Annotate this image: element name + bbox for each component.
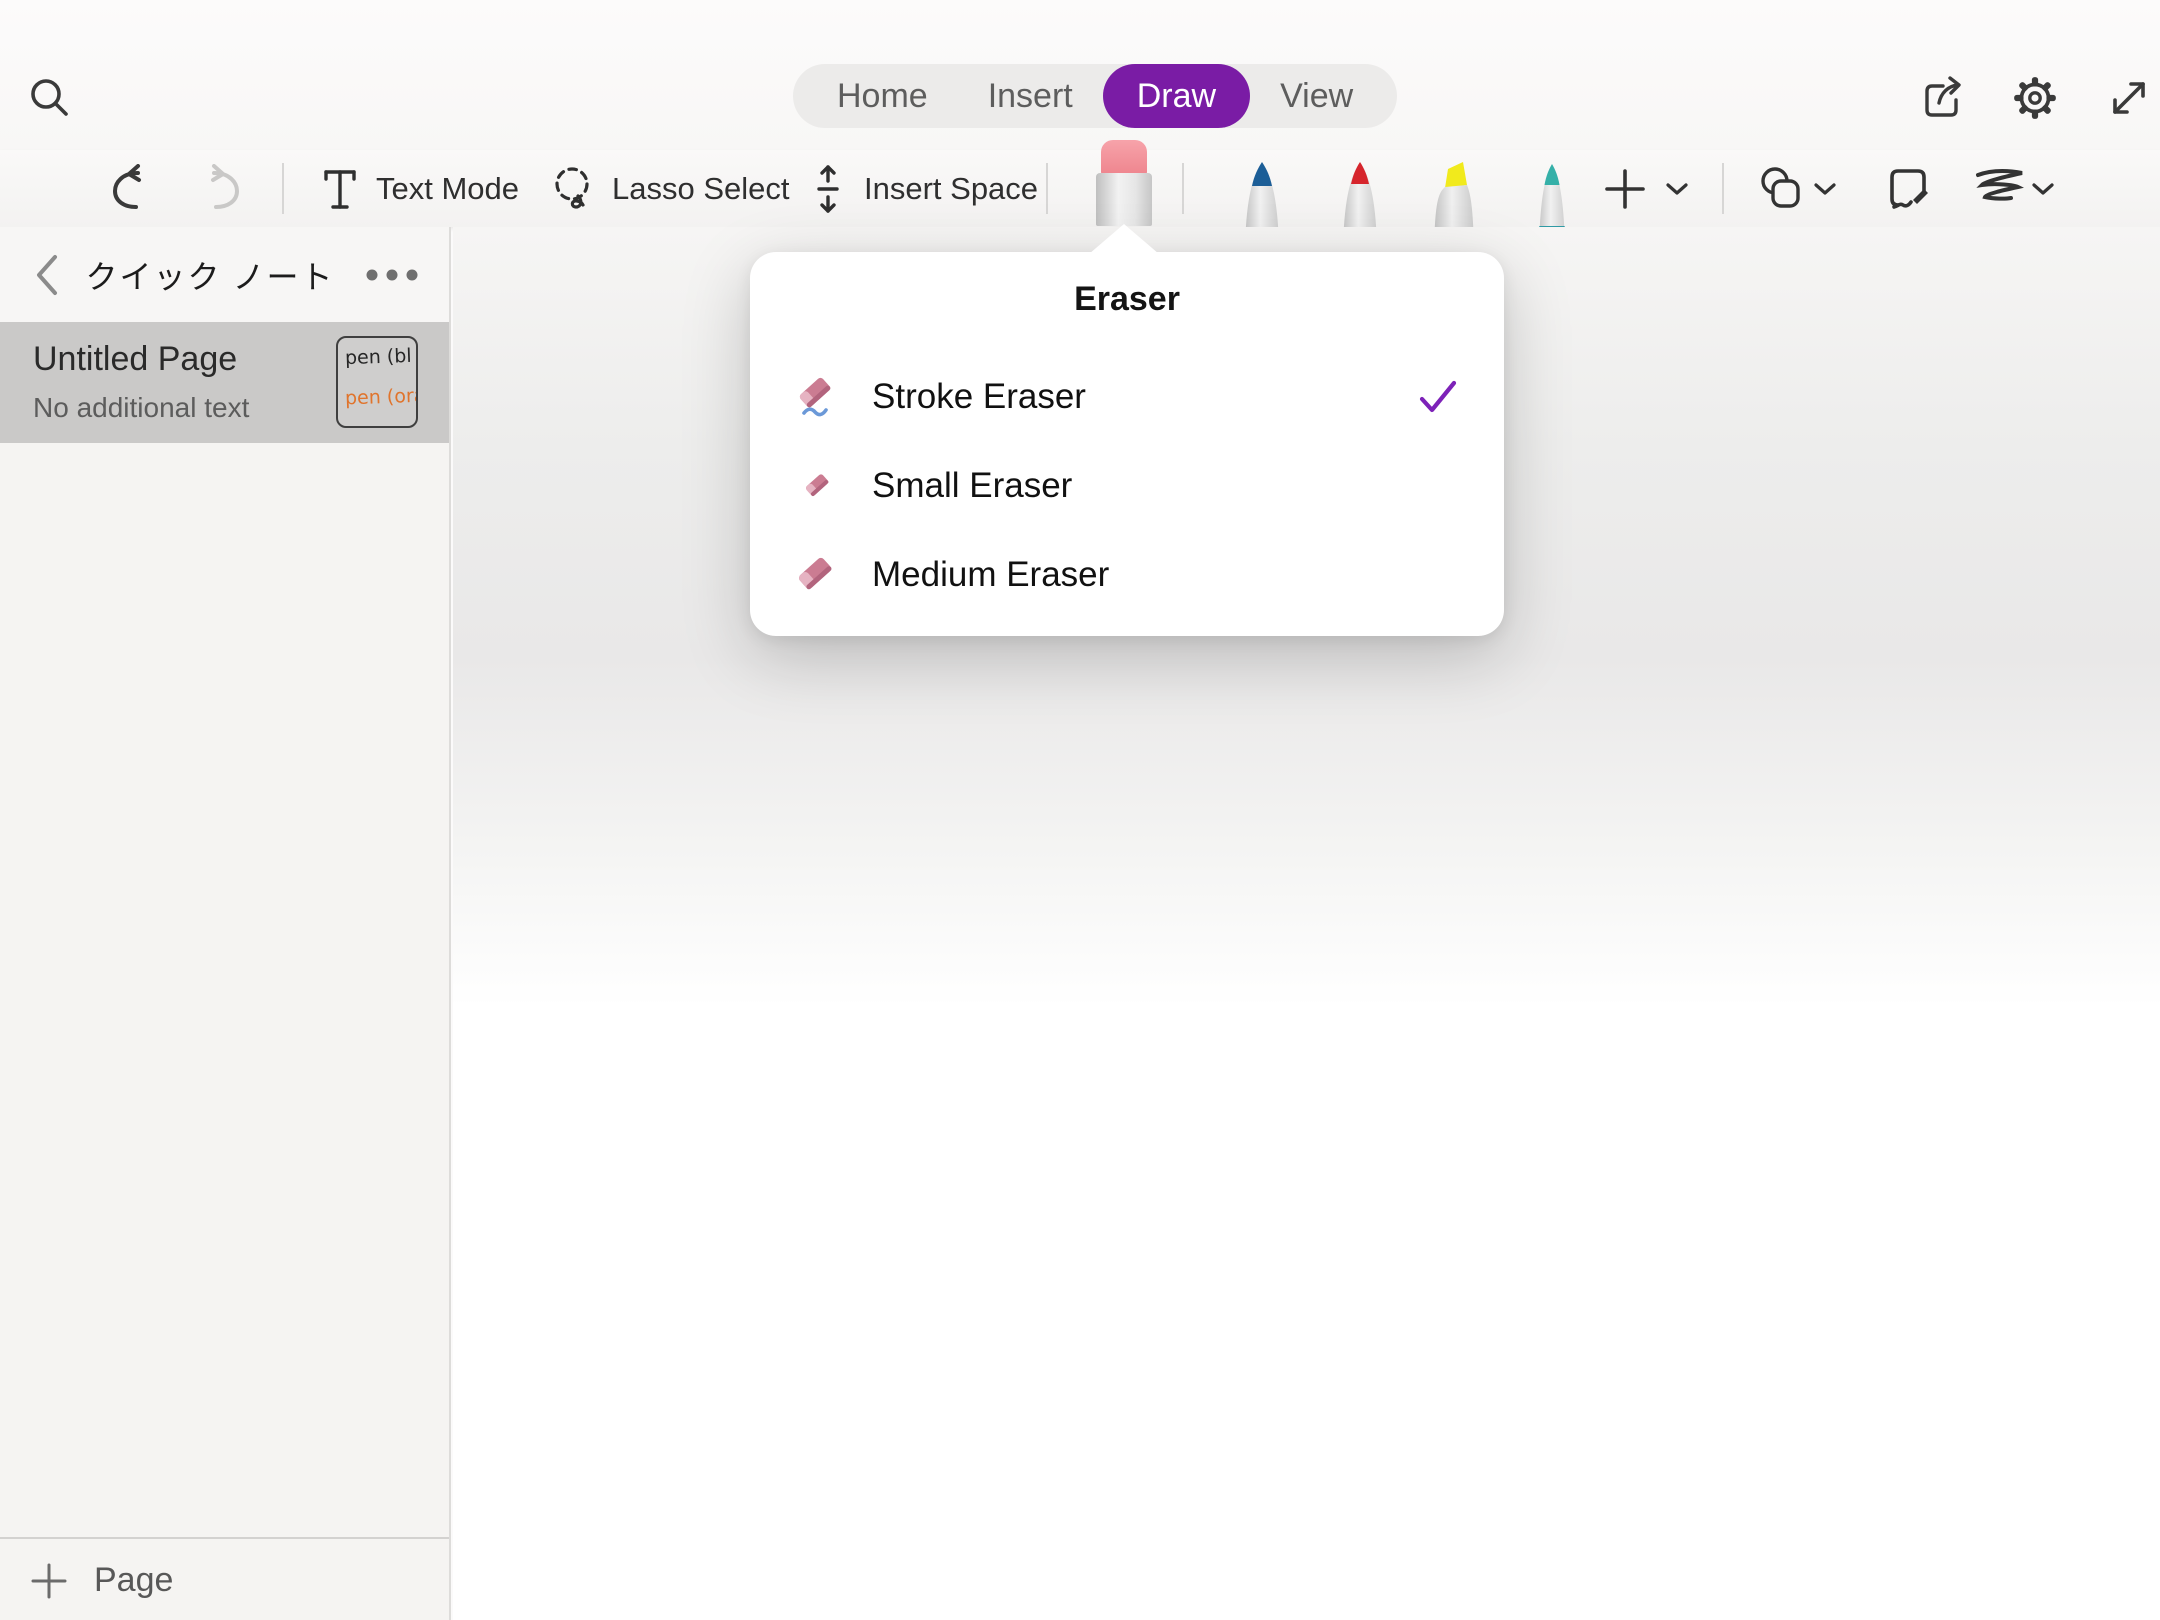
popup-callout-arrow [1089,224,1159,254]
pages-sidebar: クイック ノート Untitled Page No additional tex… [0,227,451,1620]
chevron-down-icon [2030,179,2056,199]
sidebar-header: クイック ノート [0,227,449,322]
ellipsis-icon [364,268,420,282]
add-pen-button[interactable] [1602,150,1648,227]
back-button[interactable] [24,253,68,297]
page-thumbnail: pen (bl pen (ora [336,336,418,428]
fullscreen-button[interactable] [2103,72,2155,124]
pen-blue[interactable] [1232,150,1292,227]
add-page-button[interactable]: Page [0,1541,449,1620]
checkmark-icon [1416,375,1460,419]
highlighter-yellow[interactable] [1424,150,1484,227]
tab-insert[interactable]: Insert [958,64,1103,128]
popup-title: Eraser [750,280,1504,319]
eraser-popup: Eraser Stroke Eraser [750,252,1504,636]
page-title: Untitled Page [33,340,237,379]
thumbnail-ink-line1: pen (bl [345,345,412,369]
option-label: Small Eraser [872,466,1072,506]
text-mode-button[interactable]: Text Mode [318,150,519,227]
divider [1046,163,1048,214]
eraser-cap [1101,140,1147,176]
chevron-left-icon [31,253,61,297]
redo-button[interactable] [198,150,248,227]
undo-icon [104,164,154,214]
ink-to-shape-button[interactable] [1884,150,1936,227]
option-label: Medium Eraser [872,555,1109,595]
option-label: Stroke Eraser [872,377,1086,417]
gear-icon [2010,73,2060,123]
squiggle-icon [1972,166,2028,212]
lasso-select-label: Lasso Select [612,171,790,207]
stroke-eraser-icon [790,373,846,421]
ink-effects-chevron[interactable] [2030,150,2056,227]
search-icon [26,74,72,120]
eraser-options: Stroke Eraser [750,352,1504,619]
eraser-body [1096,173,1152,226]
expand-icon [2105,74,2153,122]
chevron-down-icon [1664,179,1690,199]
divider [1182,163,1184,214]
settings-button[interactable] [2009,72,2061,124]
shapes-icon [1756,164,1808,214]
option-small-eraser[interactable]: Small Eraser [750,441,1504,530]
add-pen-chevron[interactable] [1664,150,1690,227]
more-options-button[interactable] [362,253,422,297]
page-list-item-selected[interactable]: Untitled Page No additional text pen (bl… [0,322,449,443]
add-page-label: Page [94,1561,173,1600]
chevron-down-icon [1812,179,1838,199]
pen-red[interactable] [1330,150,1390,227]
thumbnail-ink-line2: pen (ora [345,385,418,410]
divider [282,163,284,214]
divider [1722,163,1724,214]
small-eraser-icon [790,466,846,506]
option-medium-eraser[interactable]: Medium Eraser [750,530,1504,619]
top-bar: Home Insert Draw View [0,0,2160,150]
ink-effects-button[interactable] [1972,150,2028,227]
pencil-teal[interactable] [1522,150,1582,227]
search-button[interactable] [24,72,74,122]
plus-icon [1602,166,1648,212]
tab-draw[interactable]: Draw [1103,64,1250,128]
insert-space-icon [806,164,850,214]
insert-space-label: Insert Space [864,171,1038,207]
undo-button[interactable] [104,150,154,227]
lasso-select-icon [548,163,598,215]
redo-icon [198,164,248,214]
onenote-app: Home Insert Draw View [0,0,2160,1620]
tab-home[interactable]: Home [807,64,958,128]
notebook-title: クイック ノート [80,253,340,297]
divider [0,1537,449,1539]
medium-eraser-icon [790,551,846,599]
draw-ribbon: Text Mode Lasso Select Insert Space [0,150,2160,227]
ribbon-tabs: Home Insert Draw View [793,64,1397,128]
note-pen-icon [1884,163,1936,215]
shapes-chevron[interactable] [1812,150,1838,227]
tab-view[interactable]: View [1250,64,1383,128]
page-subtitle: No additional text [33,392,249,424]
plus-icon [30,1562,68,1600]
insert-space-button[interactable]: Insert Space [806,150,1038,227]
eraser-tool-selected[interactable] [1096,140,1152,226]
lasso-select-button[interactable]: Lasso Select [548,150,790,227]
share-button[interactable] [1916,72,1968,124]
option-stroke-eraser[interactable]: Stroke Eraser [750,352,1504,441]
shapes-button[interactable] [1756,150,1808,227]
text-mode-label: Text Mode [376,171,519,207]
share-icon [1917,73,1967,123]
text-mode-icon [318,166,362,212]
